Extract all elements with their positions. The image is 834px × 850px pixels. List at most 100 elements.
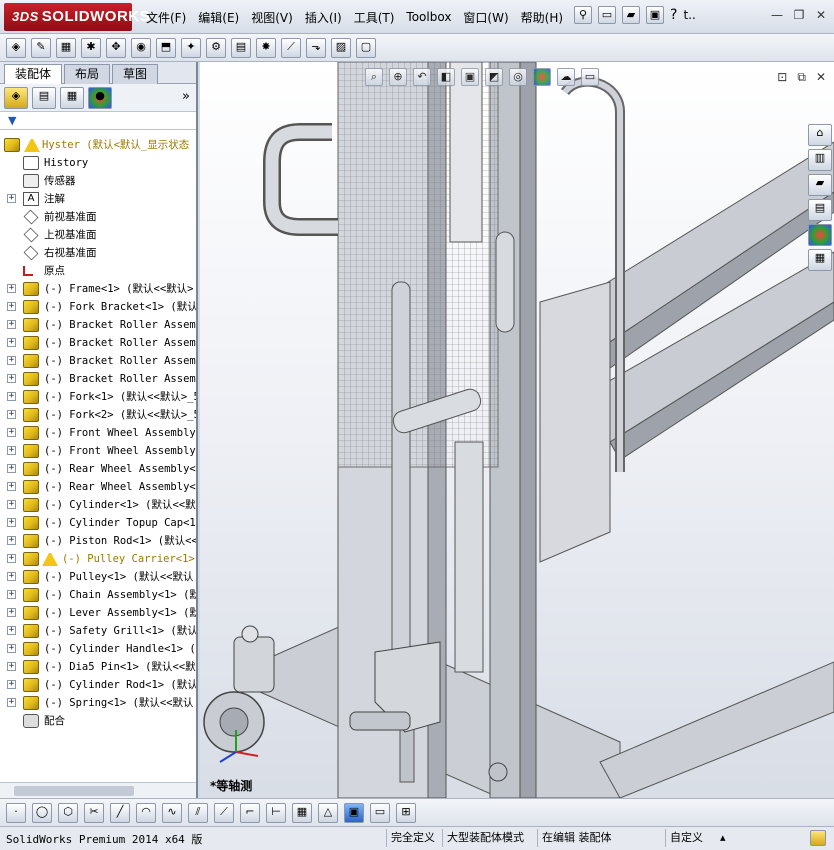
grid-icon[interactable]: ▦ — [292, 802, 312, 823]
tree-item[interactable]: + (-) Cylinder<1> (默认<<默 — [0, 496, 196, 514]
tree-item[interactable]: + (-) Cylinder Handle<1> (默 — [0, 640, 196, 658]
expand-toggle-icon[interactable]: + — [7, 482, 16, 491]
graphics-area[interactable]: ⌕ ⊕ ↶ ◧ ▣ ◩ ◎ ☁ ▭ ⊡ ⧉ ✕ *等轴测 — [200, 62, 834, 798]
circle-icon[interactable]: ◯ — [32, 802, 52, 823]
tab-sketch[interactable]: 草图 — [112, 64, 159, 84]
zoom-to-fit-icon[interactable]: ⌕ — [365, 68, 383, 86]
speedpak-icon[interactable]: ▨ — [331, 37, 351, 58]
tree-item[interactable]: + (-) Dia5 Pin<1> (默认<<默 — [0, 658, 196, 676]
viewport-tile-button[interactable]: ⧉ — [797, 70, 806, 85]
featuremanager-icon[interactable]: ◈ — [4, 86, 28, 109]
tree-item[interactable]: + (-) Frame<1> (默认<<默认> — [0, 280, 196, 298]
expand-toggle-icon[interactable]: + — [7, 320, 16, 329]
assembly-features-icon[interactable]: ⬒ — [156, 37, 176, 58]
open-folder-icon[interactable]: ▰ — [622, 6, 640, 24]
configurationmanager-icon[interactable]: ▦ — [60, 86, 84, 109]
tree-item[interactable]: + (-) Bracket Roller Assembl — [0, 370, 196, 388]
expand-toggle-icon[interactable]: + — [7, 374, 16, 383]
tree-item[interactable]: 传感器 — [0, 172, 196, 190]
snapshot-icon[interactable]: ▢ — [356, 37, 376, 58]
exploded-view-icon[interactable]: ✸ — [256, 37, 276, 58]
menu-tools[interactable]: 工具(T) — [354, 9, 395, 26]
menu-view[interactable]: 视图(V) — [251, 9, 293, 26]
minimize-button[interactable]: — — [770, 8, 784, 22]
new-motion-study-icon[interactable]: ⚙ — [206, 37, 226, 58]
units-dropdown-icon[interactable]: ▴ — [716, 829, 730, 847]
menu-toolbox[interactable]: Toolbox — [406, 10, 451, 24]
expand-toggle-icon[interactable]: + — [7, 284, 16, 293]
display-style-icon[interactable]: ◩ — [485, 68, 503, 86]
mirror-icon[interactable]: ⟋ — [214, 802, 234, 823]
tree-item[interactable]: + (-) Bracket Roller Assembl — [0, 334, 196, 352]
tree-item[interactable]: 原点 — [0, 262, 196, 280]
point-icon[interactable]: · — [6, 802, 26, 823]
move-component-icon[interactable]: ✥ — [106, 37, 126, 58]
propertymanager-icon[interactable]: ▤ — [32, 86, 56, 109]
tree-item[interactable]: 前视基准面 — [0, 208, 196, 226]
viewport-close-button[interactable]: ✕ — [816, 70, 826, 85]
tree-item[interactable]: + (-) Fork<2> (默认<<默认>_5 — [0, 406, 196, 424]
view-orientation-icon[interactable]: ▣ — [461, 68, 479, 86]
polygon-icon[interactable]: ⬡ — [58, 802, 78, 823]
expand-toggle-icon[interactable]: + — [7, 626, 16, 635]
tree-item[interactable]: + (-) Cylinder Rod<1> (默认 — [0, 676, 196, 694]
tree-item[interactable]: + (-) Spring<1> (默认<<默认 — [0, 694, 196, 712]
user-label[interactable]: t.. — [683, 8, 695, 22]
offset-icon[interactable]: ⫽ — [188, 802, 208, 823]
expand-toggle-icon[interactable]: + — [7, 302, 16, 311]
section-view-icon[interactable]: ◧ — [437, 68, 455, 86]
tab-assembly[interactable]: 装配体 — [4, 64, 63, 84]
show-hidden-icon[interactable]: ◉ — [131, 37, 151, 58]
viewport-maximize-button[interactable]: ⊡ — [777, 70, 787, 85]
tree-item[interactable]: + (-) Bracket Roller Assembl — [0, 352, 196, 370]
filter-icon[interactable]: ▼ — [8, 114, 16, 127]
dimension-icon[interactable]: ⊢ — [266, 802, 286, 823]
file-explorer-icon[interactable]: ▰ — [808, 174, 832, 196]
tree-item[interactable]: + (-) Fork Bracket<1> (默认< — [0, 298, 196, 316]
menu-edit[interactable]: 编辑(E) — [198, 9, 239, 26]
expand-toggle-icon[interactable]: + — [7, 662, 16, 671]
tree-item[interactable]: + (-) Pulley Carrier<1> — [0, 550, 196, 568]
more-tabs-icon[interactable]: » — [182, 89, 190, 104]
tree-item[interactable]: + (-) Front Wheel Assembly< — [0, 424, 196, 442]
tree-item[interactable]: 配合 — [0, 712, 196, 730]
tree-item[interactable]: + (-) Lever Assembly<1> (默 — [0, 604, 196, 622]
sketch-fillet-icon[interactable]: ⌐ — [240, 802, 260, 823]
rebuild-icon[interactable] — [810, 830, 826, 846]
home-icon[interactable]: ⌂ — [808, 124, 832, 146]
tab-layout[interactable]: 布局 — [64, 64, 111, 84]
expand-toggle-icon[interactable]: + — [7, 518, 16, 527]
expand-toggle-icon[interactable]: + — [7, 500, 16, 509]
expand-toggle-icon[interactable]: + — [7, 554, 16, 563]
insert-components-icon[interactable]: ◈ — [6, 37, 26, 58]
triangle-icon[interactable]: △ — [318, 802, 338, 823]
close-button[interactable]: ✕ — [814, 8, 828, 22]
restore-button[interactable]: ❐ — [792, 8, 806, 22]
tree-item[interactable]: + (-) Fork<1> (默认<<默认>_5 — [0, 388, 196, 406]
hidden-lines-icon[interactable]: ▭ — [370, 802, 390, 823]
menu-file[interactable]: 文件(F) — [146, 9, 186, 26]
tree-item[interactable]: + A 注解 — [0, 190, 196, 208]
bill-of-materials-icon[interactable]: ▤ — [231, 37, 251, 58]
expand-toggle-icon[interactable]: + — [7, 644, 16, 653]
expand-toggle-icon[interactable]: + — [7, 356, 16, 365]
menu-window[interactable]: 窗口(W) — [463, 9, 508, 26]
help-icon[interactable]: ? — [670, 7, 677, 23]
smart-fasteners-icon[interactable]: ✱ — [81, 37, 101, 58]
tree-item[interactable]: + (-) Pulley<1> (默认<<默认 — [0, 568, 196, 586]
menu-help[interactable]: 帮助(H) — [521, 9, 563, 26]
expand-toggle-icon[interactable]: + — [7, 446, 16, 455]
expand-toggle-icon[interactable]: + — [7, 410, 16, 419]
appearances-icon[interactable] — [808, 224, 832, 246]
line-icon[interactable]: ╱ — [110, 802, 130, 823]
expand-toggle-icon[interactable]: + — [7, 698, 16, 707]
tree-item[interactable]: + (-) Piston Rod<1> (默认<< — [0, 532, 196, 550]
menu-insert[interactable]: 插入(I) — [305, 9, 342, 26]
wireframe-icon[interactable]: ⊞ — [396, 802, 416, 823]
horizontal-scrollbar[interactable] — [0, 782, 196, 798]
scrollbar-thumb[interactable] — [14, 786, 134, 796]
zoom-area-icon[interactable]: ⊕ — [389, 68, 407, 86]
tree-item[interactable]: + (-) Chain Assembly<1> (默 — [0, 586, 196, 604]
shaded-icon[interactable]: ▣ — [344, 802, 364, 823]
custom-properties-icon[interactable]: ▦ — [808, 249, 832, 271]
